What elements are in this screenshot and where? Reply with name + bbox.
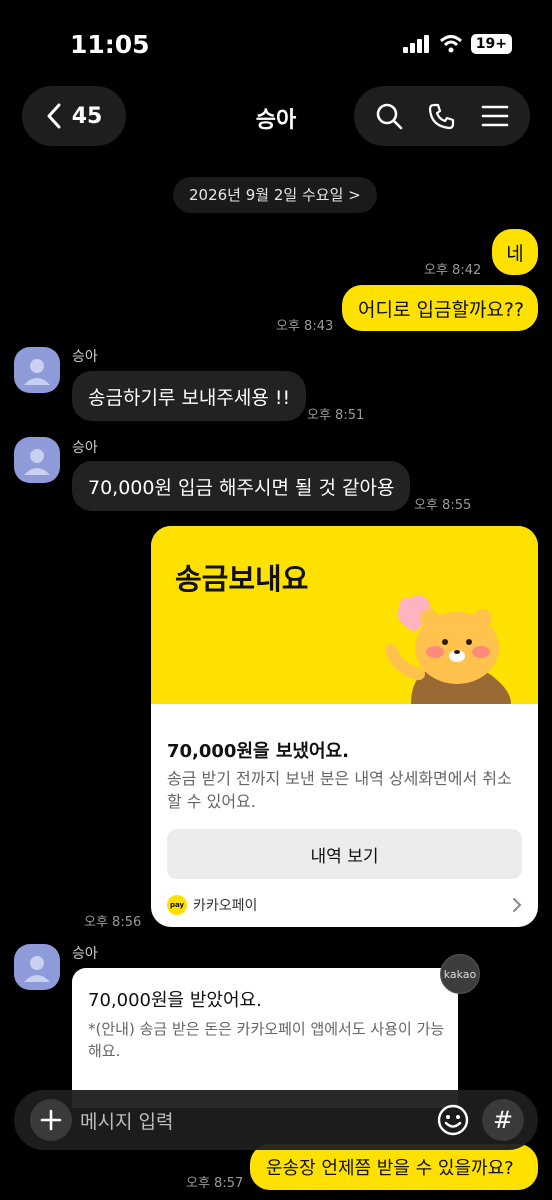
phone-icon[interactable]	[428, 102, 456, 130]
transfer-description: 송금 받기 전까지 보낸 분은 내역 상세화면에서 취소할 수 있어요.	[167, 769, 512, 811]
emoji-icon[interactable]	[436, 1103, 470, 1137]
sender-name: 승아	[72, 349, 98, 365]
sender-name: 승아	[72, 440, 98, 456]
hashtag-button[interactable]: #	[482, 1099, 524, 1141]
person-icon	[24, 956, 50, 982]
battery-indicator: 19+	[470, 34, 512, 54]
kakao-badge: kakao	[440, 954, 480, 994]
kakaopay-icon: pay	[167, 895, 187, 915]
transfer-card-footer[interactable]: pay 카카오페이	[167, 892, 522, 918]
signal-icon	[402, 35, 429, 53]
message-time: 오후 8:56	[84, 915, 142, 930]
message-time: 오후 8:43	[276, 319, 334, 334]
status-icons: 19+	[402, 34, 512, 54]
message-time: 오후 8:51	[307, 408, 365, 423]
transfer-card-title: 송금보내요	[175, 562, 309, 596]
chevron-right-icon	[513, 898, 522, 912]
status-time: 11:05	[70, 30, 150, 59]
message-time: 오후 8:57	[186, 1176, 244, 1191]
header-actions	[354, 86, 530, 146]
received-card[interactable]: 70,000원을 받았어요. *(안내) 송금 받은 돈은 카카오페이 앱에서도…	[72, 968, 458, 1108]
received-amount: 70,000원을 받았어요.	[88, 990, 262, 1011]
message-time: 오후 8:42	[424, 263, 482, 278]
wifi-icon	[439, 35, 462, 53]
attach-button[interactable]	[30, 1099, 72, 1141]
hash-icon: #	[492, 1106, 514, 1134]
message-bubble-mine[interactable]: 운송장 언제쯤 받을 수 있을까요?	[250, 1144, 538, 1190]
message-bubble-mine[interactable]: 어디로 입금할까요??	[342, 285, 538, 331]
menu-icon[interactable]	[481, 104, 509, 128]
received-description: *(안내) 송금 받은 돈은 카카오페이 앱에서도 사용이 가능해요.	[88, 1020, 445, 1060]
plus-icon	[40, 1109, 62, 1131]
person-icon	[24, 449, 50, 475]
message-bubble-mine[interactable]: 네	[492, 229, 538, 275]
transfer-card[interactable]: 송금보내요 70,000원을 보냈어요. 송금 받기 전까지 보낸 분은 내역 …	[151, 526, 538, 927]
avatar[interactable]	[14, 944, 60, 990]
transfer-amount: 70,000원을 보냈어요.	[167, 741, 349, 762]
search-icon[interactable]	[375, 102, 403, 130]
message-bubble-other[interactable]: 송금하기루 보내주세용 !!	[72, 371, 307, 421]
character-illustration	[385, 594, 511, 704]
date-divider[interactable]: 2026년 9월 2일 수요일 >	[173, 177, 377, 213]
avatar[interactable]	[14, 437, 60, 483]
brand-name: 카카오페이	[193, 898, 258, 914]
message-time: 오후 8:55	[414, 498, 472, 513]
message-bubble-other[interactable]: 70,000원 입금 해주시면 될 것 같아용	[72, 461, 411, 511]
message-input[interactable]: 메시지 입력	[80, 1107, 173, 1134]
avatar[interactable]	[14, 347, 60, 393]
person-icon	[24, 359, 50, 385]
sender-name: 승아	[72, 946, 98, 962]
message-input-bar: 메시지 입력 #	[14, 1090, 538, 1150]
view-history-button[interactable]: 내역 보기	[167, 829, 522, 879]
transfer-card-header: 송금보내요	[151, 526, 538, 704]
